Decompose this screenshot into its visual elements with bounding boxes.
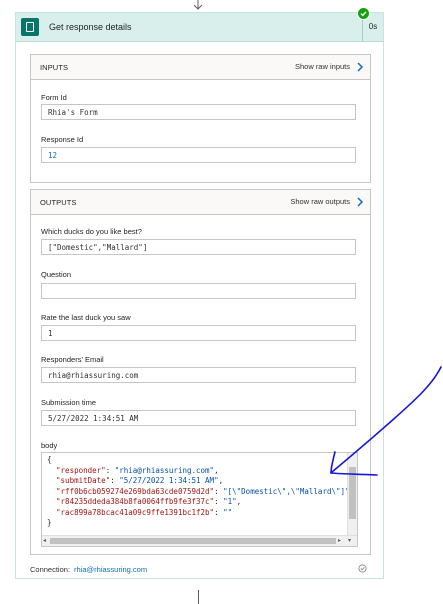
json-value: "1" [223, 497, 237, 506]
flow-connector [198, 590, 199, 604]
vertical-scrollbar[interactable] [347, 453, 357, 535]
connection-account-link[interactable]: rhia@rhiassuring.com [74, 565, 147, 574]
outputs-section: OUTPUTS Show raw outputs Which ducks do … [30, 189, 371, 555]
horizontal-scroll-thumb[interactable] [50, 538, 336, 544]
body-json-viewer[interactable]: { "responder": "rhia@rhiassuring.com", "… [41, 452, 358, 547]
response-id-label: Response Id [41, 135, 84, 144]
response-id-field[interactable]: 12 [41, 147, 356, 163]
json-value: "" [223, 507, 233, 517]
connection-label: Connection: [30, 565, 71, 574]
submission-time-label: Submission time [41, 398, 97, 407]
inputs-title: INPUTS [40, 63, 69, 72]
body-label: body [41, 441, 58, 450]
json-line: } [47, 518, 52, 527]
vertical-scroll-thumb[interactable] [349, 467, 356, 519]
json-key: "rff0b6cb059274e269bda63cde0759d2d" [56, 486, 215, 496]
json-value: "5/27/2022 1:34:51 AM" [119, 476, 219, 485]
form-id-field[interactable]: Rhia's Form [41, 104, 356, 120]
rate-duck-field[interactable]: 1 [41, 325, 356, 341]
question-field[interactable] [41, 283, 356, 299]
json-line: { [47, 455, 52, 464]
inputs-header: INPUTS Show raw inputs [31, 55, 370, 80]
responder-email-label: Responders' Email [41, 355, 104, 364]
submission-time-field[interactable]: 5/27/2022 1:34:51 AM [41, 410, 356, 426]
outputs-title: OUTPUTS [40, 198, 77, 207]
json-key: "responder" [56, 465, 106, 475]
flow-arrow-icon [193, 0, 203, 10]
card-title: Get response details [49, 22, 132, 32]
rate-duck-label: Rate the last duck you saw [41, 313, 131, 322]
show-raw-inputs-link[interactable]: Show raw inputs [295, 62, 350, 71]
json-key: "submitDate" [56, 476, 111, 485]
connection-settings-icon[interactable] [358, 564, 367, 573]
success-check-icon [357, 7, 370, 20]
scroll-right-icon[interactable]: ▸ [338, 537, 341, 544]
chevron-right-icon[interactable] [356, 62, 364, 72]
outputs-header: OUTPUTS Show raw outputs [31, 190, 370, 215]
ducks-question-label: Which ducks do you like best? [41, 227, 142, 236]
connection-info: Connection: rhia@rhiassuring.com [30, 565, 147, 574]
form-id-label: Form Id [41, 93, 67, 102]
json-value: "[\"Domestic\",\"Mallard\"]" [223, 486, 350, 496]
forms-app-icon [21, 18, 39, 36]
chevron-right-icon[interactable] [356, 197, 364, 207]
scroll-down-icon[interactable]: ▾ [348, 537, 351, 544]
horizontal-scrollbar[interactable]: ◂ ▸ ▾ [42, 535, 357, 546]
responder-email-field[interactable]: rhia@rhiassuring.com [41, 367, 356, 383]
show-raw-outputs-link[interactable]: Show raw outputs [290, 197, 350, 206]
card-header[interactable]: Get response details 0s [16, 13, 383, 42]
action-card: Get response details 0s INPUTS Show raw … [15, 12, 384, 579]
ducks-question-field[interactable]: ["Domestic","Mallard"] [41, 239, 356, 255]
json-key: "r84235ddeda384b8fa0064ffb9fe3f37c" [56, 497, 215, 506]
scroll-left-icon[interactable]: ◂ [43, 537, 46, 544]
question-label: Question [41, 270, 72, 279]
json-key: "rac899a78bcac41a09c9ffe1391bc1f2b" [56, 507, 215, 517]
body-json-code: { "responder": "rhia@rhiassuring.com", "… [47, 455, 350, 527]
json-value: "rhia@rhiassuring.com" [114, 465, 215, 475]
inputs-section: INPUTS Show raw inputs Form Id Rhia's Fo… [30, 54, 371, 183]
